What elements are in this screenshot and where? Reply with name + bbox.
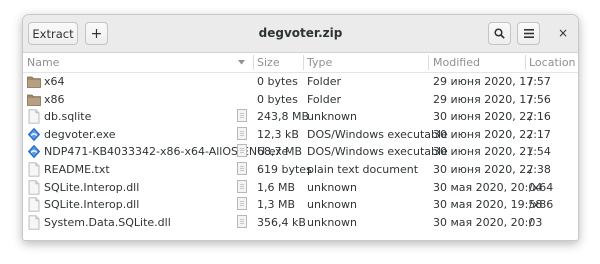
file-name: SQLite.Interop.dll [44,198,140,212]
hamburger-menu-icon [523,29,534,38]
file-location: / [529,110,533,124]
file-row[interactable]: NDP471-KB4033342-x86-x64-AllOS-ENU.exe 68… [23,143,578,161]
file-modified: 29 июня 2020, 17:56 [433,92,551,106]
file-name: x86 [44,92,65,106]
file-type-icon [237,161,247,175]
file-type: Folder [307,75,341,88]
document-icon [28,162,40,177]
file-name: degvoter.exe [44,127,116,141]
file-location: / [529,162,533,176]
file-type-icon [237,179,247,193]
search-icon [494,28,505,39]
column-header-location[interactable]: Location [529,56,576,69]
file-type: unknown [307,180,357,194]
column-divider[interactable] [253,55,254,70]
file-type-icon [237,197,247,211]
file-type: unknown [307,110,357,124]
file-row[interactable]: SQLite.Interop.dll 1,6 MB unknown 30 мая 20… [23,179,578,197]
file-location: / [529,127,533,141]
file-row[interactable]: x86 0 bytes Folder 29 июня 2020, 17:56/ [23,91,578,109]
file-location: / [529,145,533,159]
executable-icon [27,145,41,159]
column-divider[interactable] [428,55,429,70]
file-size: 0 bytes [257,92,298,106]
file-size: 1,3 MB [257,198,296,212]
file-row[interactable]: degvoter.exe 12,3 kB DOS/Windows executabl… [23,126,578,144]
main-menu-button[interactable] [517,22,540,45]
file-type: plain text document [307,162,419,176]
header-bar: Extract + degvoter.zip × [23,15,578,53]
document-icon [28,109,40,124]
file-name: SQLite.Interop.dll [44,180,140,194]
column-header-name[interactable]: Name [27,56,59,69]
file-location: / [529,215,533,229]
file-size: 68,7 MB [257,145,303,159]
column-divider[interactable] [303,55,304,70]
file-name: README.txt [44,162,110,176]
close-icon: × [557,26,569,40]
sort-descending-icon[interactable] [238,60,245,65]
folder-icon [27,76,41,88]
document-icon [28,197,40,212]
file-type-icon [237,109,247,123]
file-name: db.sqlite [44,110,92,124]
file-type: DOS/Windows executable [307,127,448,141]
file-name: NDP471-KB4033342-x86-x64-AllOS-ENU.exe [44,145,289,159]
file-size: 12,3 kB [257,127,299,141]
document-icon [28,179,40,195]
file-size: 243,8 MB [257,110,310,124]
file-row[interactable]: README.txt 619 bytes plain text document 30… [23,161,578,179]
executable-icon [27,127,41,141]
file-modified: 30 мая 2020, 20:04 [433,180,543,194]
file-modified: 30 июня 2020, 22:38 [433,162,551,176]
file-size: 0 bytes [257,75,298,88]
file-row[interactable]: x64 0 bytes Folder 29 июня 2020, 17:57/ [23,73,578,91]
file-type-icon [237,126,247,140]
file-location: / [529,92,533,106]
file-type: unknown [307,215,357,229]
file-type-icon [237,214,247,228]
document-icon [28,215,40,230]
file-row[interactable]: System.Data.SQLite.dll 356,4 kB unknown 30 … [23,214,578,232]
column-header-size[interactable]: Size [257,56,280,69]
file-modified: 29 июня 2020, 17:57 [433,75,551,88]
file-modified: 30 мая 2020, 19:58 [433,198,543,212]
file-size: 356,4 kB [257,215,306,229]
file-location: /x86 [529,198,554,212]
file-modified: 30 мая 2020, 20:03 [433,215,543,229]
archive-manager-window: Extract + degvoter.zip × Name Size Type … [22,14,579,241]
file-size: 1,6 MB [257,180,296,194]
column-header-row: Name Size Type Modified Location [23,53,578,73]
file-type-icon [237,144,247,158]
file-type: DOS/Windows executable [307,145,448,159]
file-size: 619 bytes [257,162,312,176]
search-button[interactable] [488,22,511,45]
column-header-modified[interactable]: Modified [433,56,480,69]
file-row[interactable]: db.sqlite 243,8 MB unknown 30 июня 2020, 22… [23,108,578,126]
file-location: / [529,75,533,88]
file-row[interactable]: SQLite.Interop.dll 1,3 MB unknown 30 мая 20… [23,196,578,214]
file-modified: 30 июня 2020, 21:54 [433,145,551,159]
file-modified: 30 июня 2020, 22:17 [433,127,551,141]
file-list: x64 0 bytes Folder 29 июня 2020, 17:57/ x86… [23,73,578,231]
file-type: Folder [307,92,341,106]
file-name: x64 [44,75,65,88]
close-button[interactable]: × [553,23,573,43]
column-divider[interactable] [525,55,526,70]
file-type: unknown [307,198,357,212]
column-header-type[interactable]: Type [307,56,332,69]
file-location: /x64 [529,180,554,194]
file-modified: 30 июня 2020, 22:16 [433,110,551,124]
folder-icon [27,94,41,106]
file-name: System.Data.SQLite.dll [44,215,171,229]
